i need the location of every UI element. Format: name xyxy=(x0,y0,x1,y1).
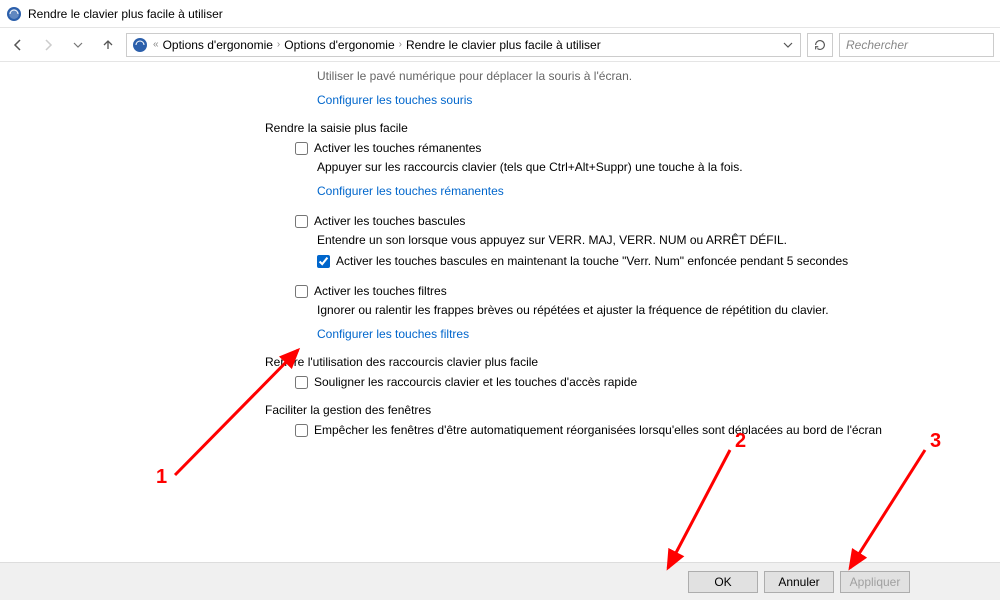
toggle-keys-desc: Entendre un son lorsque vous appuyez sur… xyxy=(317,232,960,249)
truncated-mouse-desc: Utiliser le pavé numérique pour déplacer… xyxy=(317,68,960,85)
content-pane: Utiliser le pavé numérique pour déplacer… xyxy=(0,62,1000,562)
search-input[interactable]: Rechercher xyxy=(839,33,994,57)
toggle-keys-checkbox[interactable] xyxy=(295,215,308,228)
breadcrumb-item[interactable]: Options d'ergonomie xyxy=(163,38,273,52)
chevron-right-icon: › xyxy=(399,39,402,50)
prevent-auto-arrange-checkbox[interactable] xyxy=(295,424,308,437)
chevron-right-icon: › xyxy=(277,39,280,50)
filter-keys-desc: Ignorer ou ralentir les frappes brèves o… xyxy=(317,302,960,319)
configure-mouse-keys-link[interactable]: Configurer les touches souris xyxy=(317,93,472,107)
sticky-keys-label: Activer les touches rémanentes xyxy=(314,141,481,155)
sticky-keys-desc: Appuyer sur les raccourcis clavier (tels… xyxy=(317,159,960,176)
back-button[interactable] xyxy=(6,33,30,57)
breadcrumb-prefix: « xyxy=(153,39,159,50)
ok-button[interactable]: OK xyxy=(688,571,758,593)
window-title: Rendre le clavier plus facile à utiliser xyxy=(28,7,223,21)
configure-filter-keys-link[interactable]: Configurer les touches filtres xyxy=(317,327,469,341)
navbar: « Options d'ergonomie › Options d'ergono… xyxy=(0,28,1000,62)
dialog-footer: OK Annuler Appliquer xyxy=(0,562,1000,600)
recent-locations-dropdown[interactable] xyxy=(66,33,90,57)
breadcrumb[interactable]: « Options d'ergonomie › Options d'ergono… xyxy=(126,33,801,57)
underline-shortcuts-checkbox[interactable] xyxy=(295,376,308,389)
toggle-keys-label: Activer les touches bascules xyxy=(314,214,465,228)
prevent-auto-arrange-label: Empêcher les fenêtres d'être automatique… xyxy=(314,423,882,437)
apply-button[interactable]: Appliquer xyxy=(840,571,910,593)
toggle-keys-hold-checkbox[interactable] xyxy=(317,255,330,268)
cancel-button[interactable]: Annuler xyxy=(764,571,834,593)
toggle-keys-hold-label: Activer les touches bascules en maintena… xyxy=(336,254,848,268)
section-easier-typing: Rendre la saisie plus facile xyxy=(265,121,960,135)
sticky-keys-checkbox[interactable] xyxy=(295,142,308,155)
breadcrumb-history-dropdown[interactable] xyxy=(780,33,796,57)
configure-sticky-keys-link[interactable]: Configurer les touches rémanentes xyxy=(317,184,504,198)
breadcrumb-item[interactable]: Options d'ergonomie xyxy=(284,38,394,52)
section-windows-mgmt: Faciliter la gestion des fenêtres xyxy=(265,403,960,417)
filter-keys-checkbox[interactable] xyxy=(295,285,308,298)
control-panel-icon xyxy=(131,36,149,54)
section-shortcuts: Rendre l'utilisation des raccourcis clav… xyxy=(265,355,960,369)
forward-button[interactable] xyxy=(36,33,60,57)
titlebar: Rendre le clavier plus facile à utiliser xyxy=(0,0,1000,28)
ease-of-access-icon xyxy=(6,6,22,22)
filter-keys-label: Activer les touches filtres xyxy=(314,284,447,298)
refresh-button[interactable] xyxy=(807,33,833,57)
search-placeholder: Rechercher xyxy=(846,38,908,52)
underline-shortcuts-label: Souligner les raccourcis clavier et les … xyxy=(314,375,637,389)
up-button[interactable] xyxy=(96,33,120,57)
breadcrumb-item[interactable]: Rendre le clavier plus facile à utiliser xyxy=(406,38,601,52)
